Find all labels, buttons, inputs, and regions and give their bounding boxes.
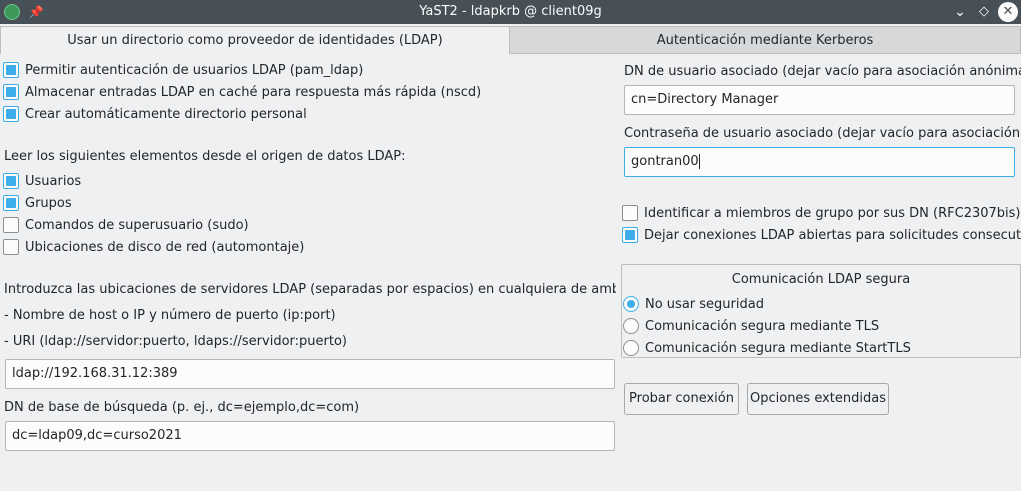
tab-ldap[interactable]: Usar un directorio como proveedor de ide… bbox=[0, 26, 510, 54]
bind-dn-input[interactable]: cn=Directory Manager bbox=[624, 85, 1015, 115]
option-rfc2307bis[interactable]: Identificar a miembros de grupo por sus … bbox=[622, 204, 1021, 222]
servers-intro: Introduzca las ubicaciones de servidores… bbox=[4, 282, 616, 297]
option-create-home-label: Crear automáticamente directorio persona… bbox=[25, 106, 307, 122]
read-sudo[interactable]: Comandos de superusuario (sudo) bbox=[3, 216, 249, 234]
option-persistent-connections[interactable]: Dejar conexiones LDAP abiertas para soli… bbox=[622, 226, 1021, 244]
base-dn-label: DN de base de búsqueda (p. ej., dc=ejemp… bbox=[4, 400, 360, 415]
tab-bar: Usar un directorio como proveedor de ide… bbox=[0, 26, 1021, 54]
radio-tls-button[interactable] bbox=[623, 318, 639, 334]
test-connection-button[interactable]: Probar conexión bbox=[624, 383, 739, 415]
checkbox-users[interactable] bbox=[3, 173, 19, 189]
bind-password-label: Contraseña de usuario asociado (dejar va… bbox=[624, 126, 1021, 141]
ldap-servers-input[interactable]: ldap://192.168.31.12:389 bbox=[5, 359, 615, 389]
bind-password-input[interactable]: gontran00 bbox=[624, 147, 1015, 177]
bind-dn-label: DN de usuario asociado (dejar vacío para… bbox=[624, 64, 1021, 79]
option-create-home[interactable]: Crear automáticamente directorio persona… bbox=[3, 105, 307, 123]
window-titlebar: 📌 YaST2 - ldapkrb @ client09g ⌄ ◇ ✕ bbox=[0, 0, 1021, 24]
tab-kerberos[interactable]: Autenticación mediante Kerberos bbox=[509, 26, 1021, 54]
maximize-icon[interactable]: ◇ bbox=[975, 3, 993, 21]
checkbox-pam-ldap[interactable] bbox=[3, 62, 19, 78]
radio-tls[interactable]: Comunicación segura mediante TLS bbox=[623, 317, 879, 335]
read-items-heading: Leer los siguientes elementos desde el o… bbox=[4, 149, 406, 164]
checkbox-persistent-connections[interactable] bbox=[622, 227, 638, 243]
option-pam-ldap-label: Permitir autenticación de usuarios LDAP … bbox=[25, 62, 364, 78]
text-caret bbox=[698, 154, 700, 169]
checkbox-groups[interactable] bbox=[3, 195, 19, 211]
servers-hint-uri: - URI (ldap://servidor:puerto, ldaps://s… bbox=[4, 334, 347, 349]
secure-communication-title: Comunicación LDAP segura bbox=[731, 272, 911, 287]
read-automount[interactable]: Ubicaciones de disco de red (automontaje… bbox=[3, 238, 304, 256]
minimize-icon[interactable]: ⌄ bbox=[951, 3, 969, 21]
close-icon[interactable]: ✕ bbox=[998, 2, 1018, 22]
radio-starttls[interactable]: Comunicación segura mediante StartTLS bbox=[623, 339, 911, 357]
read-groups[interactable]: Grupos bbox=[3, 194, 72, 212]
read-groups-label: Grupos bbox=[25, 195, 72, 211]
read-automount-label: Ubicaciones de disco de red (automontaje… bbox=[25, 239, 305, 255]
radio-no-security-label: No usar seguridad bbox=[645, 296, 764, 312]
base-dn-input[interactable]: dc=ldap09,dc=curso2021 bbox=[5, 421, 615, 451]
option-nscd-cache[interactable]: Almacenar entradas LDAP en caché para re… bbox=[3, 83, 481, 101]
read-sudo-label: Comandos de superusuario (sudo) bbox=[25, 217, 249, 233]
option-pam-ldap[interactable]: Permitir autenticación de usuarios LDAP … bbox=[3, 61, 363, 79]
radio-tls-label: Comunicación segura mediante TLS bbox=[645, 318, 880, 334]
radio-no-security-button[interactable] bbox=[623, 296, 639, 312]
radio-starttls-label: Comunicación segura mediante StartTLS bbox=[645, 340, 911, 356]
extended-options-button[interactable]: Opciones extendidas bbox=[747, 383, 889, 415]
radio-no-security[interactable]: No usar seguridad bbox=[623, 295, 764, 313]
checkbox-create-home[interactable] bbox=[3, 106, 19, 122]
option-rfc2307bis-label: Identificar a miembros de grupo por sus … bbox=[644, 205, 1021, 221]
checkbox-nscd-cache[interactable] bbox=[3, 84, 19, 100]
window-title: YaST2 - ldapkrb @ client09g bbox=[419, 4, 602, 19]
checkbox-automount[interactable] bbox=[3, 239, 19, 255]
radio-starttls-button[interactable] bbox=[623, 340, 639, 356]
checkbox-sudo[interactable] bbox=[3, 217, 19, 233]
checkbox-rfc2307bis[interactable] bbox=[622, 205, 638, 221]
read-users[interactable]: Usuarios bbox=[3, 172, 81, 190]
servers-hint-host: - Nombre de host o IP y número de puerto… bbox=[4, 308, 336, 323]
bind-password-value: gontran00 bbox=[631, 154, 699, 169]
option-nscd-cache-label: Almacenar entradas LDAP en caché para re… bbox=[25, 84, 482, 100]
read-users-label: Usuarios bbox=[25, 173, 82, 189]
tab-divider bbox=[510, 53, 1021, 54]
option-persistent-connections-label: Dejar conexiones LDAP abiertas para soli… bbox=[644, 227, 1021, 243]
